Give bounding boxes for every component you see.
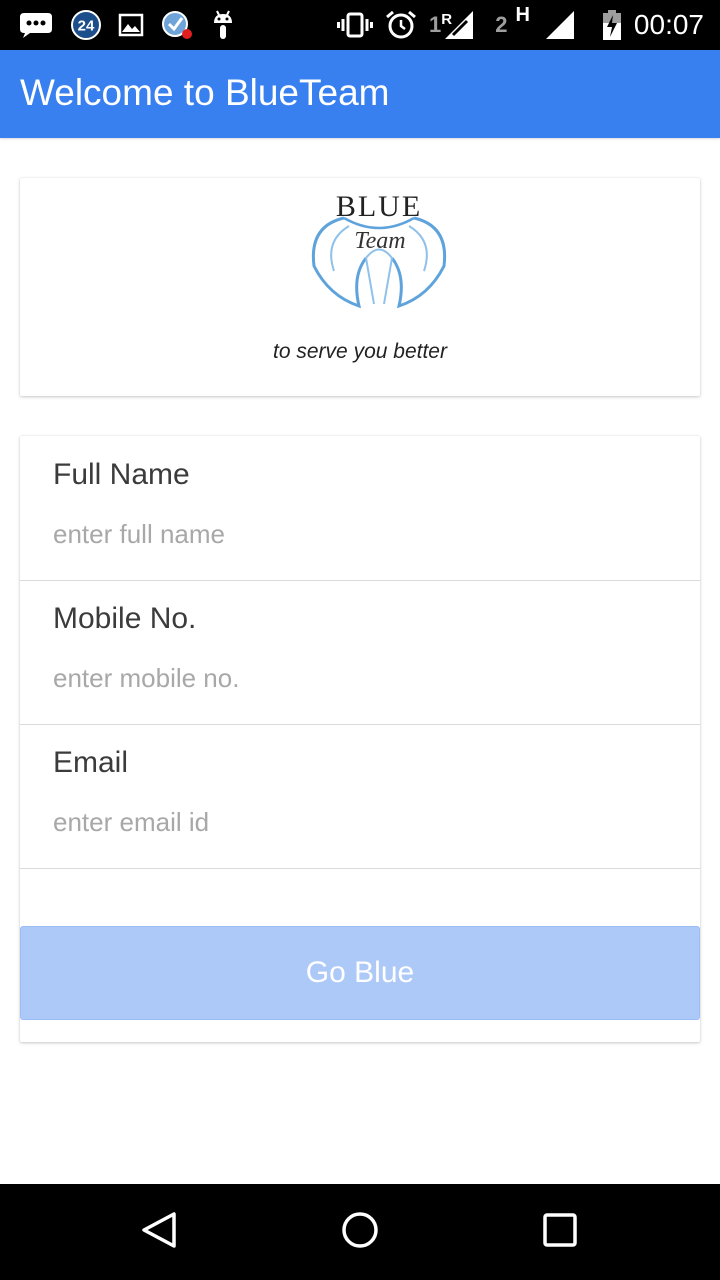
email-input[interactable] — [53, 802, 653, 842]
app-bar: Welcome to BlueTeam — [0, 50, 720, 138]
battery-icon — [602, 9, 622, 41]
alarm-icon — [385, 9, 417, 41]
recents-icon — [540, 1210, 580, 1255]
home-icon — [340, 1210, 380, 1255]
registration-form: Full Name Mobile No. Email Go Blue — [20, 436, 700, 1042]
mobile-label: Mobile No. — [53, 602, 197, 635]
mobile-field-group: Mobile No. — [20, 580, 700, 725]
back-icon — [140, 1210, 180, 1255]
signal-icon: R — [441, 9, 475, 41]
chat-icon — [18, 11, 54, 39]
full-name-field-group: Full Name — [20, 436, 700, 581]
android-icon — [210, 9, 236, 41]
home-button[interactable] — [340, 1210, 380, 1255]
signal-icon — [542, 9, 576, 41]
full-name-label: Full Name — [53, 458, 190, 491]
page-title: Welcome to BlueTeam — [20, 72, 390, 113]
vibrate-icon — [336, 11, 373, 39]
back-button[interactable] — [140, 1210, 180, 1255]
sim2-tag: H — [515, 3, 530, 26]
status-system: 1 R 2 H 00:07 — [336, 0, 704, 50]
clock: 00:07 — [633, 9, 704, 40]
mobile-input[interactable] — [53, 658, 653, 698]
logo-word-top: BLUE — [336, 190, 422, 223]
navigation-bar — [0, 1184, 720, 1280]
full-name-input[interactable] — [53, 514, 653, 554]
sim2-number: 2 — [495, 12, 508, 37]
email-label: Email — [53, 746, 129, 779]
status-bar: 24 1 R 2 H 00:07 — [0, 0, 720, 50]
count-badge-icon: 24 — [70, 9, 102, 41]
tagline: to serve you better — [273, 340, 447, 363]
sim1-number: 1 — [428, 12, 442, 37]
recents-button[interactable] — [540, 1212, 580, 1252]
logo-word-bottom: Team — [354, 228, 405, 254]
sync-error-icon — [160, 9, 194, 41]
status-notifications: 24 — [18, 0, 236, 50]
sim1-tag: R — [441, 11, 453, 28]
image-icon — [118, 13, 144, 37]
email-field-group: Email — [20, 724, 700, 869]
blueteam-logo: BLUE Team — [304, 186, 454, 311]
notification-count: 24 — [78, 18, 95, 35]
go-blue-button[interactable]: Go Blue — [20, 926, 700, 1020]
